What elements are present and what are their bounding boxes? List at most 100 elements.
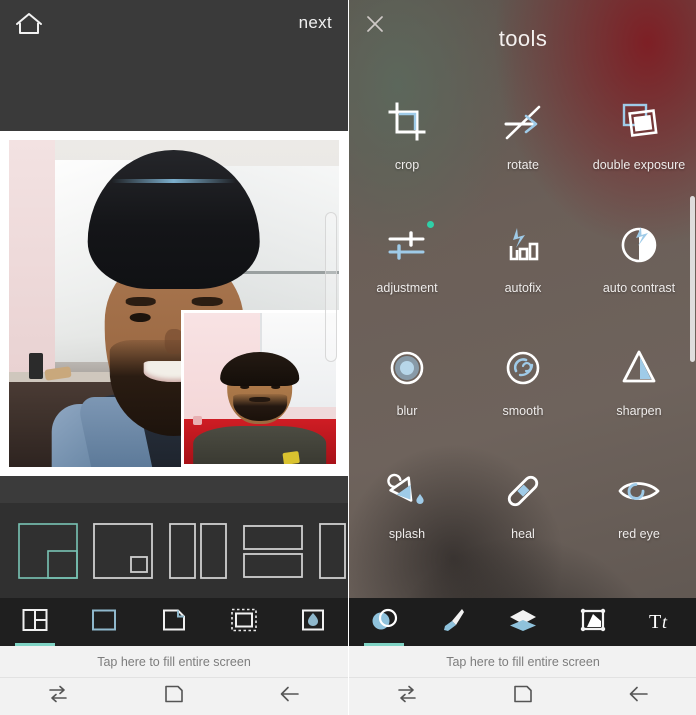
layout-option-small-inset[interactable]	[93, 522, 168, 579]
tool-label: adjustment	[376, 281, 438, 295]
toolbar-item-fill[interactable]	[286, 598, 340, 646]
tool-label: sharpen	[616, 404, 662, 418]
tools-scrollbar[interactable]	[690, 196, 695, 362]
photo-canvas-area[interactable]	[0, 131, 348, 476]
right-android-navbar[interactable]	[349, 678, 696, 715]
tool-rotate[interactable]: rotate	[465, 86, 581, 209]
back-arrow-icon	[279, 684, 301, 709]
canvas-bottom-gap	[0, 476, 348, 503]
photo-pink-wall	[9, 140, 56, 376]
photo-dark-object	[28, 352, 43, 379]
heal-bandage-icon	[501, 467, 545, 515]
left-android-navbar[interactable]	[0, 678, 348, 715]
tool-label: splash	[388, 527, 426, 541]
nav-home-button[interactable]	[498, 683, 548, 711]
tool-sharpen[interactable]: sharpen	[581, 332, 696, 455]
autofix-icon	[501, 221, 545, 269]
tool-red-eye[interactable]: red eye	[581, 455, 696, 578]
sharpen-icon	[618, 344, 660, 392]
tool-adjustment[interactable]: adjustment	[349, 209, 465, 332]
recents-icon	[46, 684, 70, 709]
tool-label: blur	[396, 404, 418, 418]
nav-home-button[interactable]	[149, 683, 199, 711]
nav-recents-button[interactable]	[382, 683, 432, 711]
dashed-square-icon	[230, 607, 258, 638]
adjustment-new-badge	[427, 221, 434, 228]
nav-back-button[interactable]	[614, 683, 664, 711]
page-title: tools	[498, 26, 548, 51]
tool-label: autofix	[504, 281, 542, 295]
home-square-icon	[513, 684, 533, 709]
person-beanie	[88, 149, 260, 290]
smooth-icon	[502, 344, 544, 392]
left-screen-collage-editor: next Tap here to fill entire screen	[0, 0, 348, 715]
tool-heal[interactable]: heal	[465, 455, 581, 578]
crop-icon	[386, 98, 428, 146]
tool-auto-contrast[interactable]: auto contrast	[581, 209, 696, 332]
pip-inset-photo[interactable]	[180, 310, 339, 467]
toolbar-item-layouts[interactable]	[8, 598, 62, 646]
layout-option-pip-bottom-right[interactable]	[18, 522, 93, 579]
tools-grid[interactable]: crop rotate double exposure adjustment a…	[349, 86, 696, 578]
canvas-scroll-indicator[interactable]	[325, 212, 337, 362]
tool-label: crop	[394, 158, 420, 172]
tool-label: heal	[511, 527, 535, 541]
toolbar-item-border[interactable]	[77, 598, 131, 646]
svg-text:t: t	[662, 612, 668, 632]
text-tool-icon: T t	[647, 606, 677, 639]
right-caption-bar[interactable]: Tap here to fill entire screen	[349, 646, 696, 678]
layout-option-two-rows[interactable]	[243, 523, 318, 579]
tool-label: auto contrast	[602, 281, 676, 295]
tool-autofix[interactable]: autofix	[465, 209, 581, 332]
toolbar-item-text[interactable]: T t	[635, 598, 689, 646]
adjustment-sliders-icon	[385, 221, 429, 269]
pip-wall-logo	[192, 415, 202, 425]
layout-templates-strip[interactable]	[0, 503, 348, 598]
layers-icon	[508, 606, 538, 639]
tool-splash[interactable]: splash	[349, 455, 465, 578]
next-button[interactable]: next	[299, 10, 332, 33]
water-drop-frame-icon	[300, 607, 326, 638]
toolbar-item-layers[interactable]	[496, 598, 550, 646]
nav-back-button[interactable]	[265, 683, 315, 711]
layout-option-two-columns[interactable]	[168, 522, 243, 579]
toolbar-item-tools[interactable]	[357, 598, 411, 646]
person-eye-left	[129, 313, 151, 322]
home-icon[interactable]	[14, 10, 44, 36]
tool-smooth[interactable]: smooth	[465, 332, 581, 455]
right-bottom-toolbar[interactable]: T t	[349, 598, 696, 646]
toolbar-item-brush[interactable]	[426, 598, 480, 646]
auto-contrast-icon	[617, 221, 661, 269]
collage-stage[interactable]	[9, 140, 339, 467]
left-caption-bar[interactable]: Tap here to fill entire screen	[0, 646, 348, 678]
tools-circle-icon	[369, 606, 399, 639]
layout-option-partial-column[interactable]	[318, 522, 348, 579]
tool-double-exposure[interactable]: double exposure	[581, 86, 696, 209]
nav-recents-button[interactable]	[33, 683, 83, 711]
beanie-highlight	[112, 179, 236, 184]
toolbar-item-page-curl[interactable]	[147, 598, 201, 646]
pip-person	[193, 352, 327, 465]
fill-screen-hint: Tap here to fill entire screen	[446, 654, 600, 669]
fill-screen-hint: Tap here to fill entire screen	[97, 654, 251, 669]
tool-label: smooth	[502, 404, 544, 418]
tool-label: rotate	[507, 158, 539, 172]
pip-person-eye-left	[239, 385, 249, 389]
grid-layout-icon	[22, 607, 48, 638]
tool-crop[interactable]: crop	[349, 86, 465, 209]
tool-blur[interactable]: blur	[349, 332, 465, 455]
frame-icon	[579, 606, 607, 639]
tool-label: double exposure	[592, 158, 686, 172]
left-app-header: next	[0, 0, 348, 131]
paint-brush-icon	[439, 606, 467, 639]
pip-shirt-badge	[282, 450, 301, 465]
toolbar-item-dashed-border[interactable]	[217, 598, 271, 646]
rotate-icon	[502, 98, 544, 146]
person-brow-right	[192, 297, 223, 306]
home-square-icon	[164, 684, 184, 709]
tools-header: tools	[349, 0, 696, 68]
toolbar-item-frames[interactable]	[566, 598, 620, 646]
page-curl-icon	[161, 607, 187, 638]
back-arrow-icon	[628, 684, 650, 709]
left-bottom-toolbar[interactable]	[0, 598, 348, 646]
